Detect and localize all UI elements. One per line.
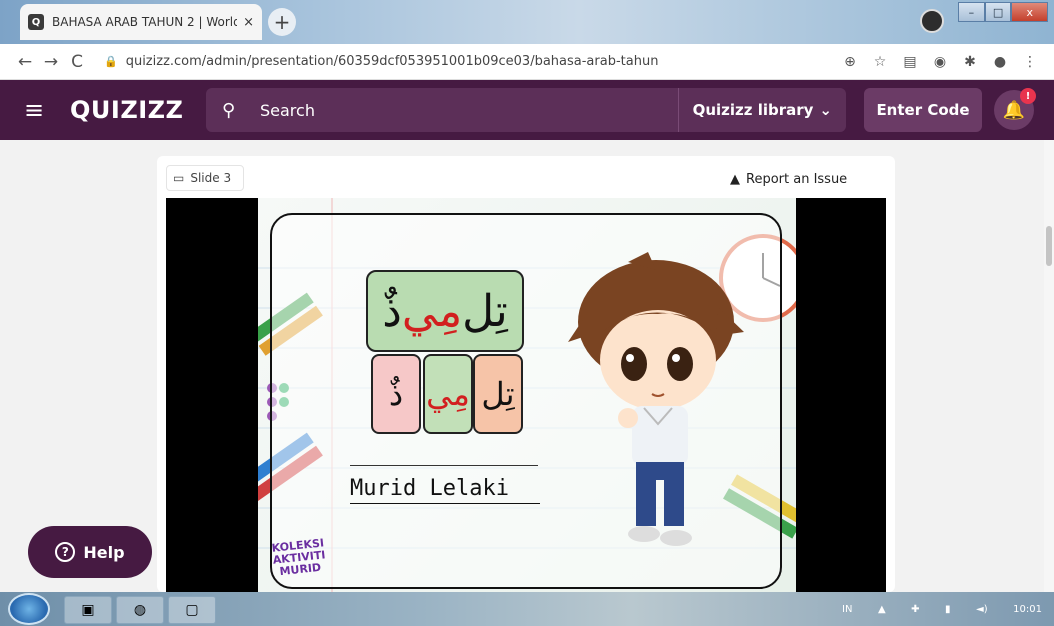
clock-time[interactable]: 10:01 bbox=[1013, 604, 1042, 615]
language-indicator[interactable]: IN bbox=[842, 604, 852, 615]
zoom-icon[interactable]: ⊕ bbox=[838, 52, 862, 72]
page-scrollbar[interactable] bbox=[1044, 140, 1054, 592]
quizizz-favicon-icon: Q bbox=[28, 14, 44, 30]
help-button[interactable]: ? Help bbox=[28, 526, 152, 578]
docs-extension-icon[interactable]: ▤ bbox=[898, 52, 922, 72]
report-label: Report an Issue bbox=[746, 171, 848, 187]
tray-app-icon[interactable]: ✚ bbox=[911, 604, 919, 615]
word-part-1: تِل bbox=[462, 285, 508, 337]
windows-start-button[interactable] bbox=[8, 593, 50, 625]
volume-icon[interactable]: ◄) bbox=[976, 604, 988, 615]
syllable-box-1: ذٌ bbox=[371, 354, 421, 434]
url-field[interactable]: 🔒 quizizz.com/admin/presentation/60359dc… bbox=[104, 48, 832, 76]
extension-icon[interactable]: ◉ bbox=[928, 52, 952, 72]
new-tab-button[interactable]: + bbox=[268, 8, 296, 36]
syllable-1-text: ذٌ bbox=[388, 375, 404, 413]
forward-button[interactable]: → bbox=[38, 52, 64, 72]
syllable-3-text: تِل bbox=[481, 375, 515, 413]
syllable-2-text: مِي bbox=[426, 375, 470, 413]
slide-label-text: Slide 3 bbox=[190, 171, 232, 185]
close-window-button[interactable]: x bbox=[1011, 2, 1048, 22]
puzzle-extensions-icon[interactable]: ✱ bbox=[958, 52, 982, 72]
help-label: Help bbox=[83, 542, 125, 562]
chevron-down-icon: ⌄ bbox=[819, 101, 832, 119]
lock-icon: 🔒 bbox=[104, 55, 118, 68]
taskbar-app-window-icon[interactable]: ▢ bbox=[168, 596, 216, 624]
library-dropdown[interactable]: Quizizz library ⌄ bbox=[677, 88, 846, 132]
report-issue-button[interactable]: ▲ Report an Issue bbox=[730, 166, 872, 192]
tray-expand-icon[interactable]: ▲ bbox=[878, 604, 886, 615]
tab-close-icon[interactable]: × bbox=[243, 15, 254, 30]
koleksi-aktiviti-logo: KOLEKSI AKTIVITI MURID bbox=[259, 536, 340, 596]
bookmark-star-icon[interactable]: ☆ bbox=[868, 52, 892, 72]
minimize-button[interactable]: – bbox=[958, 2, 985, 22]
user-avatar-icon[interactable]: ● bbox=[988, 52, 1012, 72]
search-input[interactable]: Search bbox=[260, 101, 678, 120]
arabic-word-box: تِل مِي ذٌ bbox=[366, 270, 524, 352]
system-tray: IN ▲ ✚ ▮ ◄) 10:01 bbox=[836, 598, 1048, 620]
taskbar-app-presentation-icon[interactable]: ▣ bbox=[64, 596, 112, 624]
notification-badge: ! bbox=[1020, 88, 1036, 104]
quizizz-logo[interactable]: QUIZIZZ bbox=[70, 96, 183, 124]
window-controls: – □ x bbox=[958, 2, 1048, 22]
maximize-button[interactable]: □ bbox=[984, 2, 1012, 22]
syllable-box-2: مِي bbox=[423, 354, 473, 434]
browser-tab[interactable]: Q BAHASA ARAB TAHUN 2 | World × bbox=[20, 4, 262, 40]
hamburger-menu-icon[interactable]: ≡ bbox=[24, 96, 54, 124]
help-icon: ? bbox=[55, 542, 76, 562]
slide-number-label: ▭ Slide 3 bbox=[166, 165, 244, 191]
browser-profile-icon[interactable] bbox=[920, 9, 944, 33]
meaning-underline bbox=[350, 465, 538, 466]
address-bar: ← → C 🔒 quizizz.com/admin/presentation/6… bbox=[0, 44, 1054, 80]
tab-title: BAHASA ARAB TAHUN 2 | World bbox=[52, 15, 238, 29]
enter-code-button[interactable]: Enter Code bbox=[864, 88, 982, 132]
browser-menu-icon[interactable]: ⋮ bbox=[1018, 52, 1042, 72]
library-label: Quizizz library bbox=[692, 101, 814, 119]
reload-button[interactable]: C bbox=[64, 52, 90, 72]
network-signal-icon[interactable]: ▮ bbox=[945, 604, 951, 615]
back-button[interactable]: ← bbox=[12, 52, 38, 72]
word-meaning: Murid Lelaki bbox=[350, 474, 540, 504]
taskbar-chrome-icon[interactable]: ◍ bbox=[116, 596, 164, 624]
url-text: quizizz.com/admin/presentation/60359dcf0… bbox=[125, 54, 659, 69]
presentation-icon: ▭ bbox=[173, 171, 185, 185]
search-bar[interactable]: ⚲ Search Quizizz library ⌄ bbox=[206, 88, 846, 132]
word-part-3: ذٌ bbox=[382, 285, 402, 337]
cartoon-boy-illustration bbox=[568, 252, 744, 546]
scrollbar-thumb[interactable] bbox=[1046, 226, 1052, 266]
warning-icon: ▲ bbox=[730, 171, 740, 187]
search-icon: ⚲ bbox=[222, 99, 236, 121]
word-part-2: مِي bbox=[401, 285, 463, 337]
syllable-box-3: تِل bbox=[473, 354, 523, 434]
